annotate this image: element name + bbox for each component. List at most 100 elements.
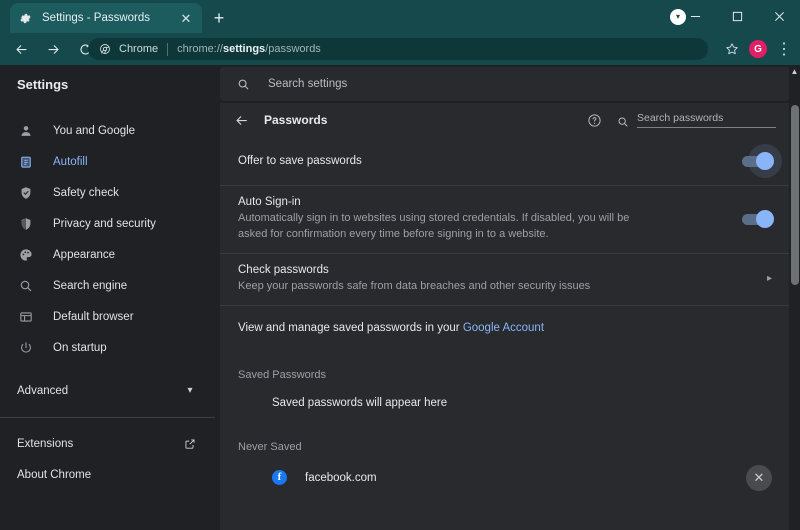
sidebar-item-appearance[interactable]: Appearance bbox=[0, 239, 215, 270]
row-title: Check passwords bbox=[238, 263, 329, 276]
sidebar-divider bbox=[0, 417, 215, 418]
sidebar-item-you-and-google[interactable]: You and Google bbox=[0, 115, 215, 146]
tab-title: Settings - Passwords bbox=[42, 12, 151, 24]
search-settings-placeholder: Search settings bbox=[268, 78, 348, 90]
window-controls bbox=[674, 0, 800, 33]
search-icon bbox=[616, 115, 629, 128]
shield-icon bbox=[17, 215, 34, 232]
toggle-knob bbox=[756, 152, 774, 170]
auto-signin-row[interactable]: Auto Sign-in Automatically sign in to we… bbox=[220, 185, 790, 253]
never-saved-section-label: Never Saved bbox=[238, 440, 302, 453]
settings-sidebar: Settings You and Google Autofill Safety … bbox=[0, 65, 215, 530]
search-settings-input[interactable]: Search settings bbox=[220, 67, 790, 101]
chevron-down-icon: ▾ bbox=[187, 385, 193, 396]
maximize-button[interactable] bbox=[716, 0, 758, 33]
google-account-link[interactable]: Google Account bbox=[463, 322, 544, 334]
sidebar-advanced-label: Advanced bbox=[17, 384, 69, 397]
manage-text-before: View and manage saved passwords in your bbox=[238, 322, 463, 335]
sidebar-item-search-engine[interactable]: Search engine bbox=[0, 270, 215, 301]
omnibox-chip-label: Chrome bbox=[119, 43, 159, 55]
remove-never-saved-button[interactable]: ✕ bbox=[746, 464, 772, 491]
chrome-menu-icon[interactable]: ⋮ bbox=[772, 38, 796, 60]
search-passwords-input[interactable]: Search passwords bbox=[616, 112, 776, 128]
check-passwords-text: Check passwords Keep your passwords safe… bbox=[238, 254, 767, 305]
person-icon bbox=[17, 122, 34, 139]
manage-passwords-text: View and manage saved passwords in your … bbox=[238, 312, 772, 344]
chevron-right-icon[interactable]: ▸ bbox=[767, 274, 772, 284]
scroll-up-arrow-icon[interactable]: ▲ bbox=[790, 67, 799, 76]
row-subtitle: Automatically sign in to websites using … bbox=[238, 212, 630, 240]
saved-passwords-empty-text: Saved passwords will appear here bbox=[272, 396, 448, 409]
sidebar-item-label: Privacy and security bbox=[53, 217, 156, 230]
search-icon bbox=[17, 277, 34, 294]
bookmark-star-icon[interactable] bbox=[720, 38, 744, 60]
sidebar-item-autofill[interactable]: Autofill bbox=[0, 146, 215, 177]
tab-close-icon[interactable]: ✕ bbox=[178, 10, 194, 26]
offer-to-save-passwords-toggle[interactable] bbox=[742, 144, 782, 178]
back-arrow-icon[interactable] bbox=[232, 111, 250, 129]
sidebar-item-about-chrome[interactable]: About Chrome bbox=[0, 459, 215, 490]
avatar[interactable]: G bbox=[749, 40, 767, 58]
browser-toolbar: Chrome chrome://settings/passwords G ⋮ bbox=[0, 33, 800, 65]
omnibox-separator bbox=[167, 42, 169, 56]
auto-signin-text: Auto Sign-in Automatically sign in to we… bbox=[238, 186, 742, 253]
tab-bar: Settings - Passwords ✕ + ▾ bbox=[0, 0, 800, 33]
sidebar-item-label: On startup bbox=[53, 341, 107, 354]
row-title: Offer to save passwords bbox=[238, 155, 362, 167]
browser-window: Settings - Passwords ✕ + ▾ Chrome chrome… bbox=[0, 0, 800, 530]
sidebar-item-advanced[interactable]: Advanced ▾ bbox=[0, 375, 215, 406]
browser-tab[interactable]: Settings - Passwords ✕ bbox=[10, 3, 202, 33]
toolbar-right-actions: G ⋮ bbox=[720, 38, 796, 60]
row-title: Auto Sign-in bbox=[238, 196, 301, 208]
close-window-button[interactable] bbox=[758, 0, 800, 33]
scrollbar-thumb[interactable] bbox=[791, 105, 799, 285]
sidebar-item-label: Safety check bbox=[53, 186, 119, 199]
settings-page: Settings You and Google Autofill Safety … bbox=[0, 65, 800, 530]
search-icon bbox=[236, 77, 250, 91]
offer-to-save-passwords-row[interactable]: Offer to save passwords bbox=[220, 137, 790, 185]
check-passwords-row[interactable]: Check passwords Keep your passwords safe… bbox=[220, 252, 790, 305]
sidebar-item-safety-check[interactable]: Safety check bbox=[0, 177, 215, 208]
url-suffix: /passwords bbox=[265, 43, 321, 55]
url-bold-part: settings bbox=[222, 43, 266, 55]
site-name: facebook.com bbox=[305, 471, 377, 484]
sidebar-item-label: Autofill bbox=[53, 155, 88, 168]
minimize-button[interactable] bbox=[674, 0, 716, 33]
sidebar-item-label: You and Google bbox=[53, 124, 136, 137]
search-passwords-placeholder: Search passwords bbox=[637, 112, 776, 128]
forward-icon[interactable] bbox=[39, 35, 67, 63]
shield-check-icon bbox=[17, 184, 34, 201]
content-scrollbar[interactable]: ▲ bbox=[789, 65, 800, 530]
sidebar-about-label: About Chrome bbox=[17, 468, 92, 481]
address-bar[interactable]: Chrome chrome://settings/passwords bbox=[88, 38, 708, 60]
palette-icon bbox=[17, 246, 34, 263]
url-prefix: chrome:// bbox=[177, 43, 223, 55]
power-icon bbox=[17, 339, 34, 356]
back-icon[interactable] bbox=[7, 35, 35, 63]
sidebar-item-label: Default browser bbox=[53, 310, 134, 323]
question-mark-icon[interactable] bbox=[586, 112, 602, 128]
sidebar-item-extensions[interactable]: Extensions bbox=[0, 428, 215, 459]
facebook-icon: f bbox=[272, 470, 287, 486]
sidebar-extensions-label: Extensions bbox=[17, 437, 74, 450]
manage-passwords-row: View and manage saved passwords in your … bbox=[220, 304, 790, 351]
passwords-panel: Passwords Search passwords Offer to save… bbox=[220, 103, 790, 530]
omnibox-url: chrome://settings/passwords bbox=[177, 43, 321, 55]
sidebar-item-label: Search engine bbox=[53, 279, 128, 292]
auto-signin-toggle[interactable] bbox=[742, 210, 774, 229]
browser-window-icon bbox=[17, 308, 34, 325]
sidebar-item-label: Appearance bbox=[53, 248, 116, 261]
saved-passwords-section-label: Saved Passwords bbox=[238, 368, 327, 381]
row-subtitle: Keep your passwords safe from data breac… bbox=[238, 279, 591, 292]
sidebar-item-default-browser[interactable]: Default browser bbox=[0, 301, 215, 332]
settings-content: Search settings Passwords Search passwor… bbox=[215, 65, 800, 530]
gear-icon bbox=[18, 11, 33, 26]
sidebar-item-on-startup[interactable]: On startup bbox=[0, 332, 215, 363]
sidebar-item-privacy-and-security[interactable]: Privacy and security bbox=[0, 208, 215, 239]
external-link-icon bbox=[183, 437, 197, 451]
new-tab-button[interactable]: + bbox=[208, 7, 230, 29]
sidebar-nav: You and Google Autofill Safety check Pri… bbox=[0, 103, 215, 490]
passwords-title: Passwords bbox=[264, 113, 328, 127]
row-title: View and manage saved passwords in your … bbox=[238, 322, 772, 334]
chrome-logo-icon bbox=[98, 43, 111, 56]
